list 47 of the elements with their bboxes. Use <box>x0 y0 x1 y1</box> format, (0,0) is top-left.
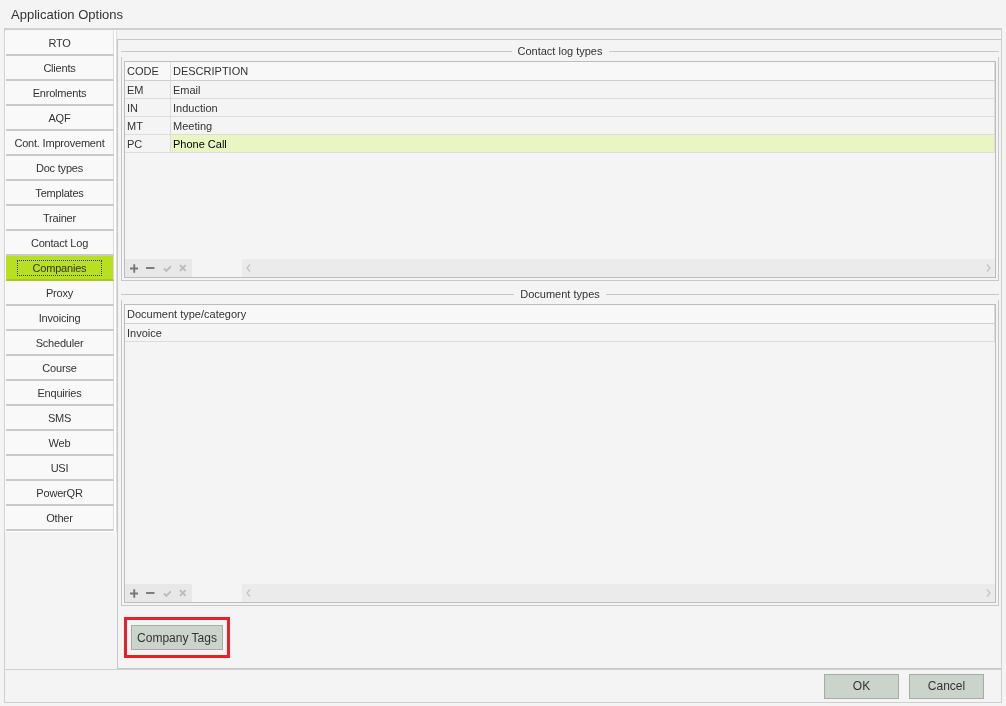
minus-icon[interactable] <box>146 592 155 594</box>
sidebar-tab[interactable]: Enrolments <box>6 81 114 106</box>
sidebar-tab[interactable]: Course <box>6 356 114 381</box>
sidebar-tab[interactable]: Companies <box>6 256 114 281</box>
sidebar-tab[interactable]: Proxy <box>6 281 114 306</box>
sidebar-tab[interactable]: Web <box>6 431 114 456</box>
sidebar-tab[interactable]: Scheduler <box>6 331 114 356</box>
column-header[interactable]: Document type/category <box>125 305 995 324</box>
sidebar-tab[interactable]: Clients <box>6 56 114 81</box>
sidebar-tab[interactable]: RTO <box>6 31 114 56</box>
sidebar-tab[interactable]: Invoicing <box>6 306 114 331</box>
checkmark-icon[interactable] <box>162 264 172 272</box>
sidebar-tab[interactable]: Enquiries <box>6 381 114 406</box>
table-cell: IN <box>125 98 171 117</box>
table-cell: Induction <box>170 98 995 117</box>
table-cell: EM <box>125 80 171 99</box>
dialog-button[interactable]: OK <box>824 673 899 699</box>
sidebar-tab[interactable]: Doc types <box>6 156 114 181</box>
sidebar-tab[interactable]: Trainer <box>6 206 114 231</box>
company-tags-button[interactable]: Company Tags <box>131 625 223 650</box>
table-cell: PC <box>125 134 171 153</box>
plus-icon[interactable] <box>130 263 139 273</box>
column-header[interactable]: DESCRIPTION <box>170 62 995 81</box>
table-cell: Email <box>170 80 995 99</box>
close-icon[interactable] <box>179 264 187 272</box>
dialog-button[interactable]: Cancel <box>909 673 984 699</box>
sidebar-tab[interactable]: Templates <box>6 181 114 206</box>
horizontal-scrollbar[interactable] <box>242 584 995 602</box>
table-cell: MT <box>125 116 171 135</box>
checkmark-icon[interactable] <box>162 589 172 597</box>
close-icon[interactable] <box>179 589 187 597</box>
window-title: Application Options <box>10 5 124 24</box>
sidebar-tab[interactable]: AQF <box>6 106 114 131</box>
sidebar-tab[interactable]: USI <box>6 456 114 481</box>
sidebar-tab[interactable]: Contact Log <box>6 231 114 256</box>
horizontal-scrollbar[interactable] <box>242 259 995 277</box>
sidebar-tab[interactable]: PowerQR <box>6 481 114 506</box>
sidebar-tab[interactable]: SMS <box>6 406 114 431</box>
table-cell: Meeting <box>170 116 995 135</box>
group-title: Contact log types <box>517 45 603 57</box>
table-cell: Invoice <box>125 323 995 342</box>
sidebar-tab[interactable]: Other <box>6 506 114 531</box>
sidebar-tab[interactable]: Cont. Improvement <box>6 131 114 156</box>
column-header[interactable]: CODE <box>125 62 171 81</box>
plus-icon[interactable] <box>130 588 139 598</box>
group-title: Document types <box>520 288 600 300</box>
minus-icon[interactable] <box>146 267 155 269</box>
